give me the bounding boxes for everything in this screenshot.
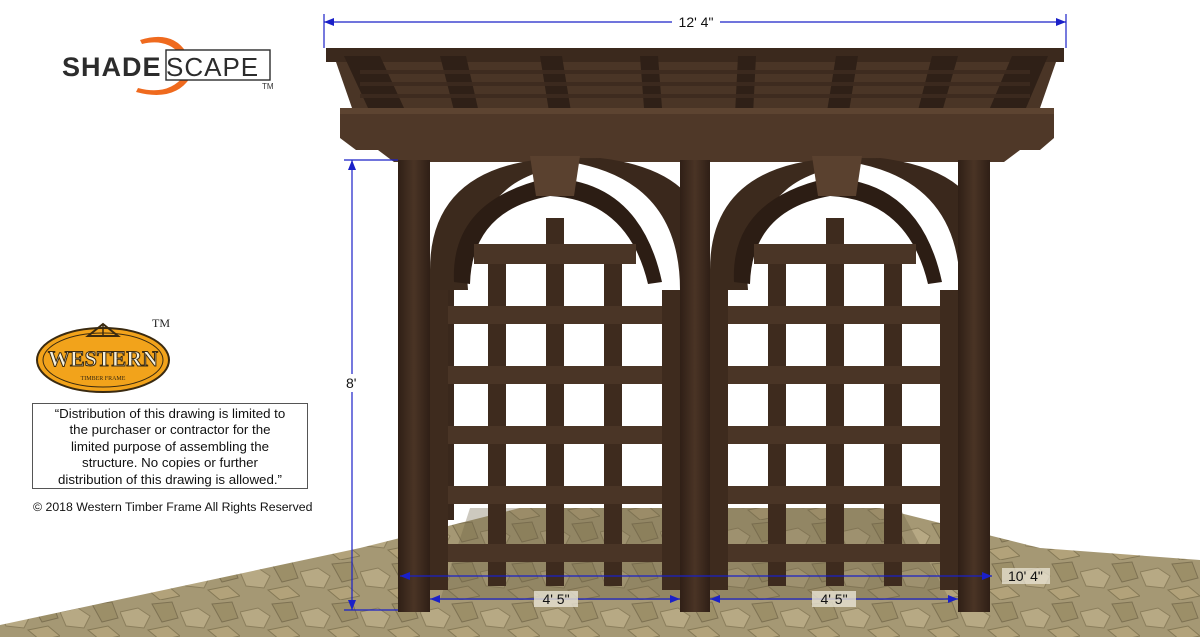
main-beam bbox=[340, 108, 1054, 162]
beam-edge bbox=[340, 108, 1054, 114]
dimension-bay-left-label: 4' 5" bbox=[542, 591, 569, 607]
lattice-left bbox=[474, 218, 636, 586]
lattice-right bbox=[754, 218, 916, 586]
keystone-right bbox=[812, 156, 862, 196]
logo-trademark: TM bbox=[262, 82, 274, 91]
notice-line: structure. No copies or further bbox=[82, 455, 258, 471]
western-trademark: TM bbox=[152, 316, 170, 330]
logo-scape-text: SCAPE bbox=[166, 52, 260, 82]
western-subtitle: TIMBER FRAME bbox=[81, 376, 126, 382]
notice-line: limited purpose of assembling the bbox=[70, 438, 270, 454]
western-timber-frame-logo: WESTERN TIMBER FRAME TM bbox=[36, 316, 176, 394]
post-center bbox=[680, 160, 710, 612]
dimension-height-label: 8' bbox=[346, 375, 356, 391]
western-badge-icon: WESTERN TIMBER FRAME bbox=[36, 322, 170, 393]
notice-line: “Distribution of this drawing is limited… bbox=[54, 406, 286, 421]
post-right bbox=[958, 160, 990, 612]
copyright-text: © 2018 Western Timber Frame All Rights R… bbox=[33, 500, 313, 514]
shadescape-logo: SHADE SCAPE TM bbox=[62, 34, 277, 96]
notice-line: the purchaser or contractor for the bbox=[69, 422, 271, 438]
distribution-notice: “Distribution of this drawing is limited… bbox=[32, 403, 308, 489]
dimension-bay-right-label: 4' 5" bbox=[820, 591, 847, 607]
dimension-overall-width-label: 12' 4" bbox=[679, 14, 714, 30]
post-left bbox=[398, 160, 430, 612]
keystone-left bbox=[530, 156, 580, 196]
notice-line: distribution of this drawing is allowed.… bbox=[58, 471, 282, 487]
dimension-depth-label: 10' 4" bbox=[1008, 568, 1043, 584]
western-word: WESTERN bbox=[48, 346, 158, 371]
logo-shade-text: SHADE bbox=[62, 52, 162, 82]
